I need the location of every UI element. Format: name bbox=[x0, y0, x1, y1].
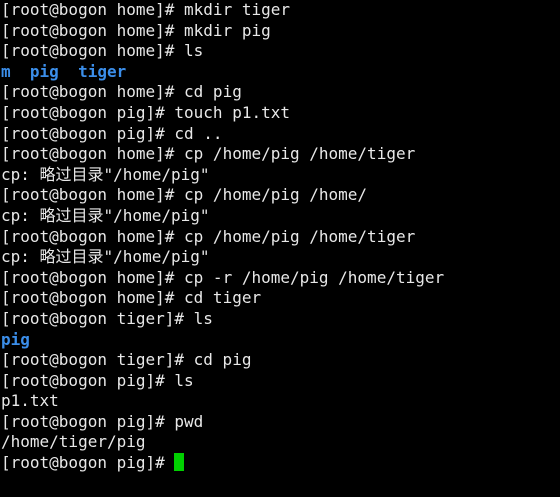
shell-prompt: [root@bogon home]# bbox=[1, 0, 185, 19]
shell-prompt: [root@bogon home]# bbox=[1, 82, 185, 102]
command-line: [root@bogon home]# cp /home/pig /home/ bbox=[1, 185, 560, 206]
ls-output-line: pig bbox=[1, 330, 560, 351]
output-text: /home/tiger/pig bbox=[1, 432, 146, 452]
shell-prompt: [root@bogon home]# bbox=[1, 226, 185, 246]
directory-entry: pig bbox=[29, 61, 59, 81]
command-line: [root@bogon home]# cp /home/pig /home/ti… bbox=[1, 227, 560, 248]
command-line: [root@bogon tiger]# cd pig bbox=[1, 350, 560, 371]
shell-prompt: [root@bogon tiger]# bbox=[1, 350, 194, 370]
command-text: mkdir tiger bbox=[184, 0, 290, 19]
ls-output-line: m pig tiger bbox=[1, 62, 560, 83]
terminal-window[interactable]: [root@bogon home]# mkdir tiger [root@bogo… bbox=[0, 0, 560, 497]
shell-prompt: [root@bogon home]# bbox=[1, 144, 185, 164]
shell-prompt: [root@bogon home]# bbox=[1, 185, 185, 205]
command-line: [root@bogon home]# cd tiger bbox=[1, 288, 560, 309]
command-line: [root@bogon pig]# ls bbox=[1, 371, 560, 392]
command-text: cp /home/pig /home/tiger bbox=[184, 144, 416, 164]
shell-prompt: [root@bogon pig]# bbox=[1, 411, 175, 431]
terminal-output: [root@bogon home]# mkdir tiger [root@bogo… bbox=[1, 0, 560, 453]
directory-entry: pig bbox=[1, 329, 30, 349]
output-line: cp: 略过目录"/home/pig" bbox=[1, 206, 560, 227]
output-text: cp: 略过目录"/home/pig" bbox=[1, 164, 210, 184]
command-line: [root@bogon pig]# pwd bbox=[1, 412, 560, 433]
command-line: [root@bogon home]# ls bbox=[1, 41, 560, 62]
command-text: pwd bbox=[174, 411, 204, 431]
shell-prompt: [root@bogon home]# bbox=[1, 288, 185, 308]
command-text: cp -r /home/pig /home/tiger bbox=[184, 267, 445, 287]
output-text: cp: 略过目录"/home/pig" bbox=[1, 205, 210, 225]
command-text: cd .. bbox=[174, 123, 223, 143]
command-line: [root@bogon home]# mkdir tiger bbox=[1, 0, 560, 21]
command-line: [root@bogon home]# cp -r /home/pig /home… bbox=[1, 268, 560, 289]
shell-prompt: [root@bogon pig]# bbox=[1, 102, 175, 122]
command-line: [root@bogon tiger]# ls bbox=[1, 309, 560, 330]
command-text: mkdir pig bbox=[184, 20, 271, 40]
command-line: [root@bogon home]# mkdir pig bbox=[1, 21, 560, 42]
output-line: /home/tiger/pig bbox=[1, 432, 560, 453]
output-text: p1.txt bbox=[1, 391, 59, 411]
directory-entry: m bbox=[1, 61, 11, 81]
command-text: ls bbox=[174, 370, 194, 390]
output-line: p1.txt bbox=[1, 391, 560, 412]
command-text: touch p1.txt bbox=[174, 102, 290, 122]
command-line: [root@bogon home]# cp /home/pig /home/ti… bbox=[1, 144, 560, 165]
command-line: [root@bogon pig]# touch p1.txt bbox=[1, 103, 560, 124]
shell-prompt: [root@bogon tiger]# bbox=[1, 308, 194, 328]
output-text: cp: 略过目录"/home/pig" bbox=[1, 247, 210, 267]
command-text: cp /home/pig /home/ bbox=[184, 185, 368, 205]
current-prompt-line[interactable]: [root@bogon pig]# bbox=[1, 453, 560, 474]
command-text: cd pig bbox=[184, 82, 242, 102]
shell-prompt: [root@bogon pig]# bbox=[1, 123, 175, 143]
command-line: [root@bogon home]# cd pig bbox=[1, 82, 560, 103]
shell-prompt: [root@bogon pig]# bbox=[1, 370, 175, 390]
output-line: cp: 略过目录"/home/pig" bbox=[1, 247, 560, 268]
shell-prompt: [root@bogon home]# bbox=[1, 41, 185, 61]
cursor-block[interactable] bbox=[174, 453, 185, 472]
command-text: cd tiger bbox=[184, 288, 262, 308]
command-text: cp /home/pig /home/tiger bbox=[184, 226, 416, 246]
command-text: cd pig bbox=[193, 350, 252, 370]
shell-prompt: [root@bogon home]# bbox=[1, 267, 185, 287]
directory-entry: tiger bbox=[78, 61, 127, 81]
output-line: cp: 略过目录"/home/pig" bbox=[1, 165, 560, 186]
shell-prompt: [root@bogon home]# bbox=[1, 20, 185, 40]
command-line: [root@bogon pig]# cd .. bbox=[1, 124, 560, 145]
command-text: ls bbox=[193, 308, 213, 328]
current-prompt: [root@bogon pig]# bbox=[1, 453, 175, 473]
command-text: ls bbox=[184, 41, 204, 61]
